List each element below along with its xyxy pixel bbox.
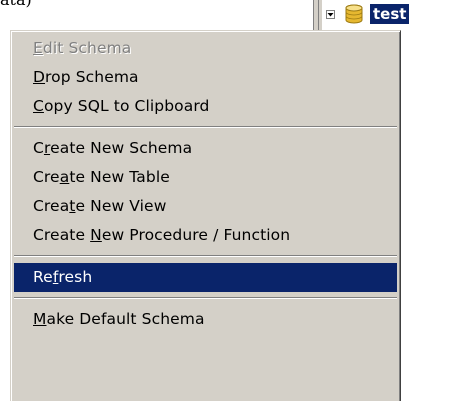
menu-item-label-post: resh [58,268,93,286]
menu-item-drop-schema[interactable]: Drop Schema [14,63,397,92]
menu-separator [14,297,397,299]
menu-item-label-pre: C [33,139,44,157]
menu-item-accelerator: E [33,39,43,57]
menu-item-create-new-table[interactable]: Create New Table [14,163,397,192]
menu-item-label-post: eate New Schema [50,139,193,157]
tree-node-test[interactable]: test [370,4,410,24]
menu-item-label-pre: Cre [33,168,60,186]
menu-item-accelerator: D [33,68,46,86]
menu-separator [14,255,397,257]
menu-item-create-new-procedure[interactable]: Create New Procedure / Function [14,221,397,250]
tree-expand-toggle[interactable] [326,10,335,19]
menu-item-accelerator: a [59,168,70,186]
menu-item-label-post: dit Schema [42,39,132,57]
tree-divider [313,0,314,30]
menu-item-label-pre: Crea [33,197,70,215]
menu-item-label-post: e New View [75,197,167,215]
menu-item-label-post: te New Table [69,168,170,186]
menu-item-accelerator: M [33,310,47,328]
screenshot-stage: ata) test Edit Schema Drop Schema Copy S… [0,0,453,401]
menu-item-create-new-schema[interactable]: Create New Schema [14,134,397,163]
menu-item-label-post: ake Default Schema [46,310,205,328]
menu-item-edit-schema[interactable]: Edit Schema [14,34,397,63]
chevron-down-icon [327,13,334,17]
partial-background-text: ata) [0,0,32,9]
menu-item-make-default-schema[interactable]: Make Default Schema [14,305,397,334]
menu-item-refresh[interactable]: Refresh [14,263,397,292]
menu-item-accelerator: N [90,226,102,244]
menu-item-label-post: ew Procedure / Function [101,226,291,244]
menu-item-label-pre: Create [33,226,91,244]
menu-item-copy-sql[interactable]: Copy SQL to Clipboard [14,92,397,121]
menu-item-create-new-view[interactable]: Create New View [14,192,397,221]
menu-separator [14,126,397,128]
menu-item-label-post: opy SQL to Clipboard [43,97,210,115]
menu-item-accelerator: C [33,97,44,115]
context-menu: Edit Schema Drop Schema Copy SQL to Clip… [10,30,401,401]
menu-item-label-post: rop Schema [45,68,139,86]
tree-divider-inner [318,0,319,30]
database-icon [343,3,365,25]
menu-item-label-pre: Re [33,268,53,286]
